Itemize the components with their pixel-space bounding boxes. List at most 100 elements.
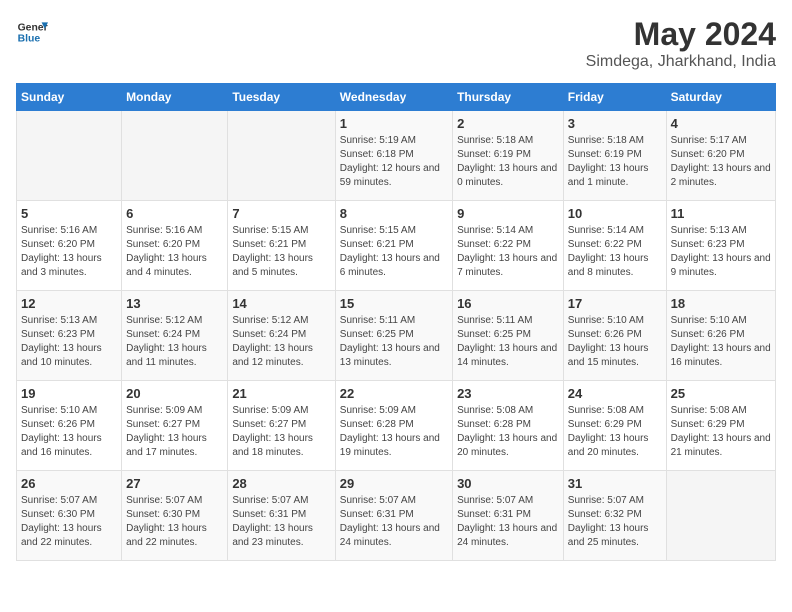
- calendar-cell: 3Sunrise: 5:18 AM Sunset: 6:19 PM Daylig…: [563, 111, 666, 201]
- calendar-cell: 19 Sunrise: 5:10 AM Sunset: 6:26 PM Dayli…: [17, 381, 122, 471]
- calendar-cell: 14Sunrise: 5:12 AM Sunset: 6:24 PM Dayli…: [228, 291, 335, 381]
- day-info: Sunrise: 5:16 AM Sunset: 6:20 PM Dayligh…: [21, 224, 117, 280]
- day-number: 24: [568, 386, 662, 401]
- calendar-cell: 1 Sunrise: 5:19 AM Sunset: 6:18 PM Daylig…: [335, 111, 452, 201]
- calendar-cell: 24Sunrise: 5:08 AM Sunset: 6:29 PM Dayli…: [563, 381, 666, 471]
- day-info: Sunrise: 5:07 AM Sunset: 6:30 PM Dayligh…: [126, 494, 223, 550]
- calendar-cell: 29 Sunrise: 5:07 AM Sunset: 6:31 PM Dayli…: [335, 471, 452, 561]
- day-info: Sunrise: 5:11 AM Sunset: 6:25 PM Dayligh…: [457, 314, 559, 370]
- calendar-cell: 5 Sunrise: 5:16 AM Sunset: 6:20 PM Daylig…: [17, 201, 122, 291]
- day-info: Sunrise: 5:14 AM Sunset: 6:22 PM Dayligh…: [457, 224, 559, 280]
- calendar-cell: 21 Sunrise: 5:09 AM Sunset: 6:27 PM Dayli…: [228, 381, 335, 471]
- day-number: 4: [671, 116, 771, 131]
- header-cell-sunday: Sunday: [17, 84, 122, 111]
- logo-icon: General Blue: [16, 16, 48, 48]
- day-number: 10: [568, 206, 662, 221]
- calendar-cell: 27 Sunrise: 5:07 AM Sunset: 6:30 PM Dayli…: [122, 471, 228, 561]
- calendar-cell: [122, 111, 228, 201]
- week-row-2: 12Sunrise: 5:13 AM Sunset: 6:23 PM Dayli…: [17, 291, 776, 381]
- day-number: 18: [671, 296, 771, 311]
- day-info: Sunrise: 5:18 AM Sunset: 6:19 PM Dayligh…: [568, 134, 662, 190]
- day-info: Sunrise: 5:12 AM Sunset: 6:24 PM Dayligh…: [126, 314, 223, 370]
- day-info: Sunrise: 5:10 AM Sunset: 6:26 PM Dayligh…: [671, 314, 771, 370]
- day-info: Sunrise: 5:07 AM Sunset: 6:31 PM Dayligh…: [232, 494, 330, 550]
- calendar-cell: 4 Sunrise: 5:17 AM Sunset: 6:20 PM Daylig…: [666, 111, 775, 201]
- day-info: Sunrise: 5:09 AM Sunset: 6:27 PM Dayligh…: [232, 404, 330, 460]
- day-number: 15: [340, 296, 448, 311]
- day-info: Sunrise: 5:10 AM Sunset: 6:26 PM Dayligh…: [21, 404, 117, 460]
- day-info: Sunrise: 5:13 AM Sunset: 6:23 PM Dayligh…: [671, 224, 771, 280]
- calendar-cell: 7Sunrise: 5:15 AM Sunset: 6:21 PM Daylig…: [228, 201, 335, 291]
- day-number: 20: [126, 386, 223, 401]
- day-info: Sunrise: 5:10 AM Sunset: 6:26 PM Dayligh…: [568, 314, 662, 370]
- calendar-header: SundayMondayTuesdayWednesdayThursdayFrid…: [17, 84, 776, 111]
- calendar-cell: 26 Sunrise: 5:07 AM Sunset: 6:30 PM Dayli…: [17, 471, 122, 561]
- day-number: 31: [568, 476, 662, 491]
- calendar-cell: 30 Sunrise: 5:07 AM Sunset: 6:31 PM Dayli…: [453, 471, 564, 561]
- calendar-cell: 16 Sunrise: 5:11 AM Sunset: 6:25 PM Dayli…: [453, 291, 564, 381]
- day-number: 25: [671, 386, 771, 401]
- day-info: Sunrise: 5:07 AM Sunset: 6:31 PM Dayligh…: [340, 494, 448, 550]
- day-number: 17: [568, 296, 662, 311]
- title-block: May 2024 Simdega, Jharkhand, India: [586, 16, 776, 71]
- day-number: 13: [126, 296, 223, 311]
- logo: General Blue: [16, 16, 48, 48]
- day-info: Sunrise: 5:07 AM Sunset: 6:32 PM Dayligh…: [568, 494, 662, 550]
- day-info: Sunrise: 5:09 AM Sunset: 6:27 PM Dayligh…: [126, 404, 223, 460]
- day-info: Sunrise: 5:16 AM Sunset: 6:20 PM Dayligh…: [126, 224, 223, 280]
- day-info: Sunrise: 5:09 AM Sunset: 6:28 PM Dayligh…: [340, 404, 448, 460]
- header-cell-monday: Monday: [122, 84, 228, 111]
- calendar-cell: 25 Sunrise: 5:08 AM Sunset: 6:29 PM Dayli…: [666, 381, 775, 471]
- calendar-cell: 31 Sunrise: 5:07 AM Sunset: 6:32 PM Dayli…: [563, 471, 666, 561]
- day-number: 29: [340, 476, 448, 491]
- day-info: Sunrise: 5:07 AM Sunset: 6:31 PM Dayligh…: [457, 494, 559, 550]
- calendar-cell: 20 Sunrise: 5:09 AM Sunset: 6:27 PM Dayli…: [122, 381, 228, 471]
- day-info: Sunrise: 5:17 AM Sunset: 6:20 PM Dayligh…: [671, 134, 771, 190]
- day-info: Sunrise: 5:15 AM Sunset: 6:21 PM Dayligh…: [340, 224, 448, 280]
- day-info: Sunrise: 5:07 AM Sunset: 6:30 PM Dayligh…: [21, 494, 117, 550]
- day-number: 21: [232, 386, 330, 401]
- header-cell-thursday: Thursday: [453, 84, 564, 111]
- calendar-cell: 13 Sunrise: 5:12 AM Sunset: 6:24 PM Dayli…: [122, 291, 228, 381]
- calendar-cell: 11 Sunrise: 5:13 AM Sunset: 6:23 PM Dayli…: [666, 201, 775, 291]
- day-number: 30: [457, 476, 559, 491]
- day-number: 5: [21, 206, 117, 221]
- day-number: 19: [21, 386, 117, 401]
- day-info: Sunrise: 5:11 AM Sunset: 6:25 PM Dayligh…: [340, 314, 448, 370]
- calendar-cell: 2Sunrise: 5:18 AM Sunset: 6:19 PM Daylig…: [453, 111, 564, 201]
- day-number: 26: [21, 476, 117, 491]
- day-number: 7: [232, 206, 330, 221]
- main-title: May 2024: [586, 16, 776, 53]
- calendar-cell: 10 Sunrise: 5:14 AM Sunset: 6:22 PM Dayli…: [563, 201, 666, 291]
- header-cell-tuesday: Tuesday: [228, 84, 335, 111]
- week-row-1: 5 Sunrise: 5:16 AM Sunset: 6:20 PM Daylig…: [17, 201, 776, 291]
- day-number: 28: [232, 476, 330, 491]
- calendar-cell: 6 Sunrise: 5:16 AM Sunset: 6:20 PM Daylig…: [122, 201, 228, 291]
- page-header: General Blue May 2024 Simdega, Jharkhand…: [16, 16, 776, 71]
- day-number: 9: [457, 206, 559, 221]
- day-info: Sunrise: 5:19 AM Sunset: 6:18 PM Dayligh…: [340, 134, 448, 190]
- calendar-cell: 12Sunrise: 5:13 AM Sunset: 6:23 PM Dayli…: [17, 291, 122, 381]
- day-number: 27: [126, 476, 223, 491]
- day-number: 14: [232, 296, 330, 311]
- calendar-cell: 8Sunrise: 5:15 AM Sunset: 6:21 PM Daylig…: [335, 201, 452, 291]
- calendar-cell: [228, 111, 335, 201]
- calendar-cell: [17, 111, 122, 201]
- calendar-body: 1 Sunrise: 5:19 AM Sunset: 6:18 PM Daylig…: [17, 111, 776, 561]
- calendar-table: SundayMondayTuesdayWednesdayThursdayFrid…: [16, 83, 776, 561]
- day-number: 16: [457, 296, 559, 311]
- calendar-cell: [666, 471, 775, 561]
- day-info: Sunrise: 5:08 AM Sunset: 6:28 PM Dayligh…: [457, 404, 559, 460]
- day-number: 6: [126, 206, 223, 221]
- day-info: Sunrise: 5:13 AM Sunset: 6:23 PM Dayligh…: [21, 314, 117, 370]
- day-info: Sunrise: 5:14 AM Sunset: 6:22 PM Dayligh…: [568, 224, 662, 280]
- calendar-cell: 28 Sunrise: 5:07 AM Sunset: 6:31 PM Dayli…: [228, 471, 335, 561]
- calendar-cell: 15 Sunrise: 5:11 AM Sunset: 6:25 PM Dayli…: [335, 291, 452, 381]
- header-cell-saturday: Saturday: [666, 84, 775, 111]
- day-number: 11: [671, 206, 771, 221]
- day-number: 1: [340, 116, 448, 131]
- week-row-4: 26 Sunrise: 5:07 AM Sunset: 6:30 PM Dayli…: [17, 471, 776, 561]
- day-info: Sunrise: 5:08 AM Sunset: 6:29 PM Dayligh…: [671, 404, 771, 460]
- week-row-3: 19 Sunrise: 5:10 AM Sunset: 6:26 PM Dayli…: [17, 381, 776, 471]
- day-number: 22: [340, 386, 448, 401]
